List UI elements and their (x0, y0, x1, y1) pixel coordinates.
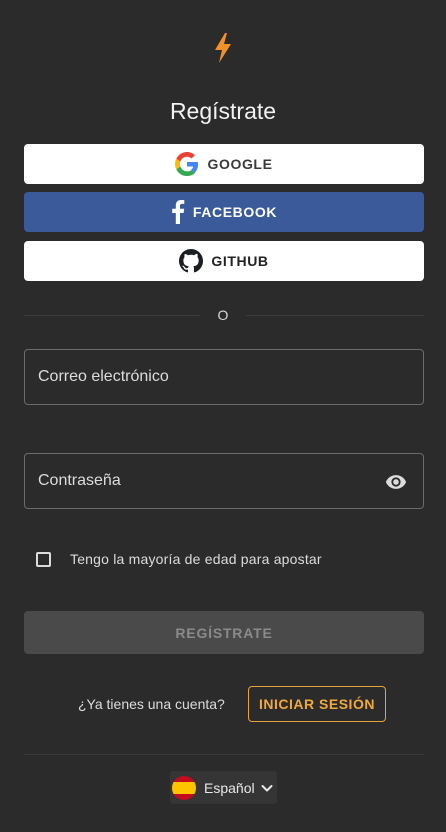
google-signin-button[interactable]: GOOGLE (24, 144, 424, 184)
lightning-bolt-icon (215, 33, 231, 63)
facebook-icon (171, 200, 185, 224)
login-prompt: ¿Ya tienes una cuenta? INICIAR SESIÓN (0, 686, 446, 722)
github-label: GITHUB (211, 253, 269, 269)
facebook-label: FACEBOOK (192, 204, 278, 220)
language-selector[interactable]: Español (170, 771, 277, 804)
eye-icon[interactable] (383, 471, 409, 493)
email-field-container (24, 349, 424, 405)
login-button[interactable]: INICIAR SESIÓN (248, 686, 386, 722)
page-title: Regístrate (169, 98, 277, 124)
login-question: ¿Ya tienes una cuenta? (78, 696, 225, 712)
email-field[interactable] (38, 368, 410, 386)
google-icon (175, 152, 199, 176)
age-checkbox[interactable] (36, 551, 51, 567)
age-checkbox-label[interactable]: Tengo la mayoría de edad para apostar (70, 551, 322, 567)
language-label: Español (204, 779, 255, 796)
password-field[interactable] (38, 472, 410, 490)
divider-right (246, 315, 424, 316)
github-icon (179, 249, 204, 273)
google-label: GOOGLE (207, 156, 273, 172)
chevron-down-icon (259, 780, 275, 796)
spain-flag-icon (172, 775, 196, 800)
register-button[interactable]: REGÍSTRATE (24, 611, 424, 654)
footer-divider (24, 754, 424, 755)
github-signin-button[interactable]: GITHUB (24, 241, 424, 281)
age-confirmation-row: Tengo la mayoría de edad para apostar (36, 551, 322, 567)
password-field-container (24, 453, 424, 509)
facebook-signin-button[interactable]: FACEBOOK (24, 192, 424, 232)
